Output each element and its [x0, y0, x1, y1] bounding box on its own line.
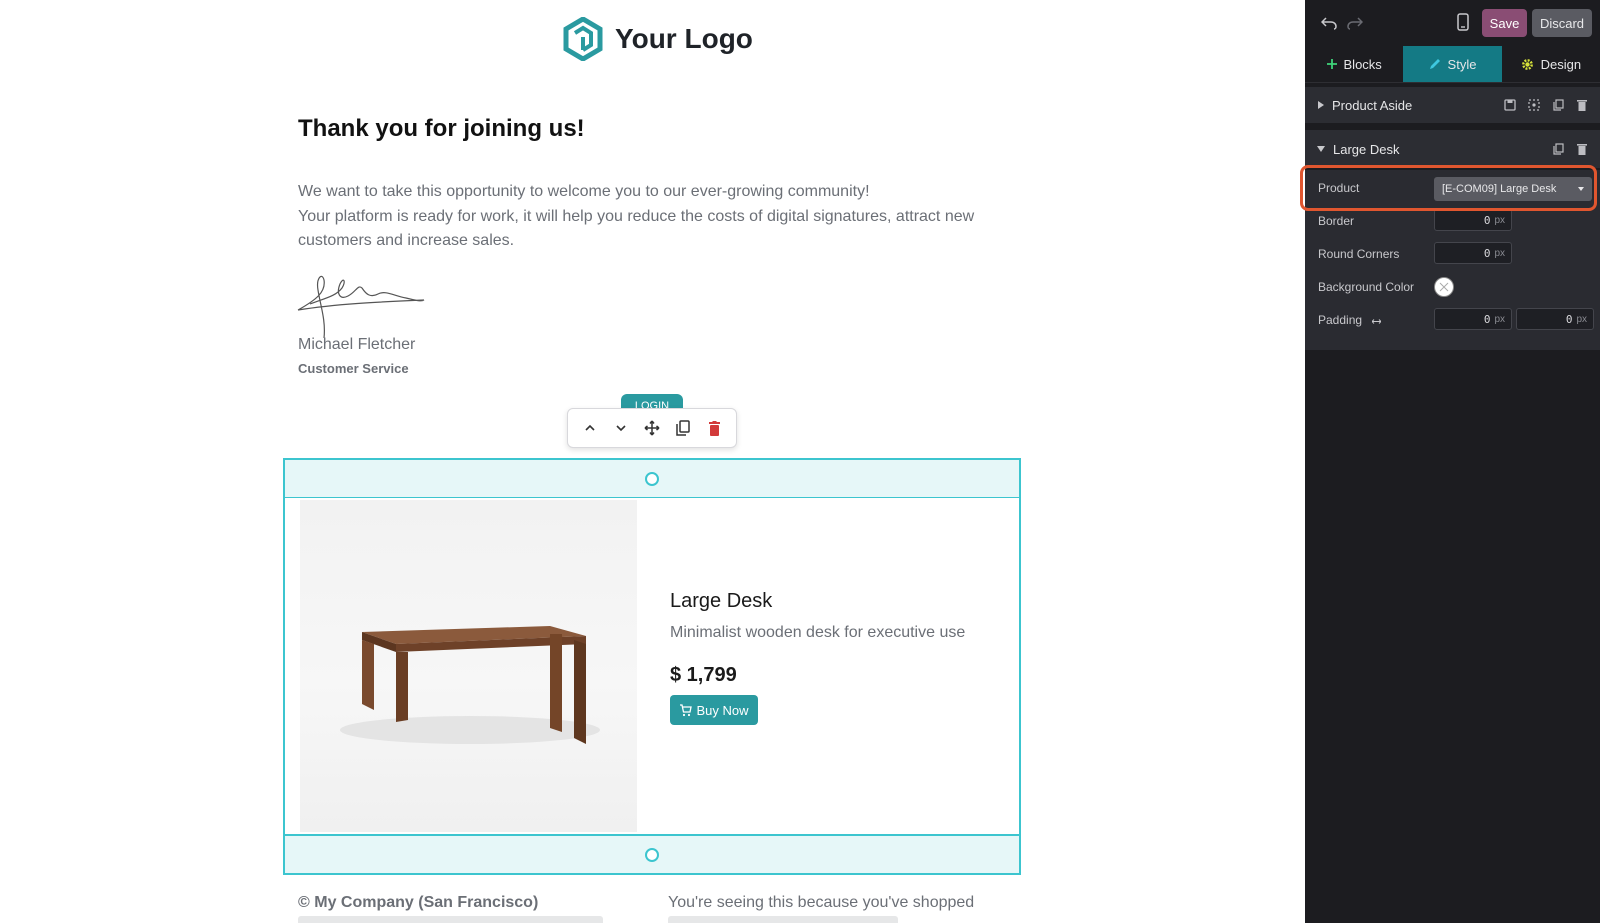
chevron-up-icon: [585, 424, 595, 431]
border-value: 0: [1483, 213, 1491, 227]
trash-icon: [1577, 144, 1587, 155]
product-block[interactable]: Large Desk Minimalist wooden desk for ex…: [283, 498, 1021, 836]
spacer-resize-handle[interactable]: [645, 471, 659, 486]
gear-icon: [1521, 58, 1533, 70]
trash-icon: [708, 420, 720, 436]
section-large-desk-title: Large Desk: [1333, 141, 1400, 157]
logo-text: Your Logo: [615, 23, 753, 54]
move-up-button[interactable]: [577, 415, 603, 441]
product-description: Minimalist wooden desk for executive use: [670, 624, 966, 641]
product-name: Large Desk: [670, 590, 773, 612]
signer-role: Customer Service: [298, 361, 409, 376]
signature-image: [297, 275, 425, 339]
logo-hexagon-icon: [563, 17, 603, 61]
tab-style[interactable]: Style: [1403, 46, 1502, 82]
trash-icon: [1577, 100, 1587, 111]
email-body: We want to take this opportunity to welc…: [298, 180, 1018, 254]
padding-right-unit: px: [1576, 313, 1587, 325]
copy-icon: [1552, 143, 1564, 155]
redo-button[interactable]: [1342, 10, 1368, 36]
footer-address-cutoff: [298, 916, 603, 923]
corners-value: 0: [1483, 246, 1491, 260]
select-parent-button[interactable]: [1522, 93, 1546, 117]
padding-right-value: 0: [1565, 312, 1573, 326]
corners-unit: px: [1494, 247, 1505, 259]
duplicate-block-button[interactable]: [670, 415, 696, 441]
tab-blocks-label: Blocks: [1343, 56, 1382, 72]
caret-right-icon: [1318, 101, 1324, 109]
copy-icon: [1552, 99, 1564, 111]
section-product-aside-title: Product Aside: [1332, 97, 1413, 113]
buy-now-button[interactable]: Buy Now: [670, 695, 758, 725]
delete-item-button[interactable]: [1570, 137, 1594, 161]
discard-button[interactable]: Discard: [1532, 9, 1592, 37]
email-heading: Thank you for joining us!: [298, 115, 585, 142]
plus-icon: [1326, 59, 1337, 69]
footer-notice-cutoff: [668, 916, 898, 923]
panel-toolbar: Save Discard: [1305, 0, 1600, 46]
copy-icon: [676, 420, 690, 436]
border-label: Border: [1318, 214, 1355, 228]
footer-company: © My Company (San Francisco): [298, 894, 539, 911]
section-large-desk[interactable]: Large Desk: [1305, 130, 1600, 168]
company-logo: Your Logo: [563, 17, 753, 61]
pencil-icon: [1429, 59, 1440, 69]
horizontal-arrows-icon: [1372, 319, 1381, 324]
drag-handle-button[interactable]: [639, 415, 665, 441]
block-toolbar: [567, 408, 737, 448]
body-paragraph-2: Your platform is ready for work, it will…: [298, 207, 975, 250]
tab-blocks[interactable]: Blocks: [1305, 46, 1403, 82]
move-arrows-icon: [644, 420, 660, 436]
undo-button[interactable]: [1316, 10, 1342, 36]
padding-left-input[interactable]: 0 px: [1434, 308, 1512, 330]
duplicate-item-button[interactable]: [1546, 137, 1570, 161]
target-icon: [1528, 99, 1540, 111]
signer-name: Michael Fletcher: [298, 336, 416, 353]
product-price: $ 1,799: [670, 664, 737, 686]
save-snippet-button[interactable]: [1498, 93, 1522, 117]
padding-right-input[interactable]: 0 px: [1516, 308, 1594, 330]
desk-illustration: [340, 626, 600, 744]
product-field-highlight: [1300, 165, 1597, 211]
delete-section-button[interactable]: [1570, 93, 1594, 117]
cart-icon: [680, 703, 693, 716]
padding-left-value: 0: [1483, 312, 1491, 326]
background-color-label: Background Color: [1318, 280, 1415, 294]
tab-design[interactable]: Design: [1502, 46, 1600, 82]
border-input[interactable]: 0 px: [1434, 209, 1512, 231]
section-product-aside[interactable]: Product Aside: [1305, 87, 1600, 123]
footer-notice: You're seeing this because you've shoppe…: [668, 894, 975, 911]
chevron-down-icon: [616, 425, 626, 432]
redo-icon: [1347, 17, 1363, 30]
caret-down-icon: [1317, 146, 1325, 152]
mobile-icon: [1457, 13, 1469, 31]
round-corners-input[interactable]: 0 px: [1434, 242, 1512, 264]
floppy-icon: [1504, 99, 1516, 111]
round-corners-label: Round Corners: [1318, 247, 1400, 261]
spacer-resize-handle[interactable]: [645, 847, 659, 862]
clear-color-icon: [1439, 282, 1449, 292]
editor-panel: Save Discard Blocks Style Design Product…: [1305, 0, 1600, 923]
buy-now-label: Buy Now: [696, 702, 749, 718]
spacer-bottom[interactable]: [283, 834, 1021, 875]
body-paragraph-1: We want to take this opportunity to welc…: [298, 183, 870, 200]
tab-design-label: Design: [1540, 56, 1582, 72]
product-image: [300, 500, 637, 832]
border-unit: px: [1494, 214, 1505, 226]
email-canvas: Your Logo Thank you for joining us! We w…: [0, 0, 1305, 923]
background-color-swatch[interactable]: [1434, 277, 1454, 297]
tab-style-label: Style: [1447, 56, 1477, 72]
panel-tabs: Blocks Style Design: [1305, 46, 1600, 83]
spacer-top[interactable]: [283, 458, 1021, 499]
undo-icon: [1321, 17, 1337, 30]
save-button[interactable]: Save: [1482, 9, 1527, 37]
move-down-button[interactable]: [608, 415, 634, 441]
delete-block-button[interactable]: [701, 415, 727, 441]
padding-left-unit: px: [1494, 313, 1505, 325]
duplicate-section-button[interactable]: [1546, 93, 1570, 117]
padding-label: Padding: [1318, 313, 1363, 327]
mobile-preview-button[interactable]: [1450, 9, 1476, 35]
